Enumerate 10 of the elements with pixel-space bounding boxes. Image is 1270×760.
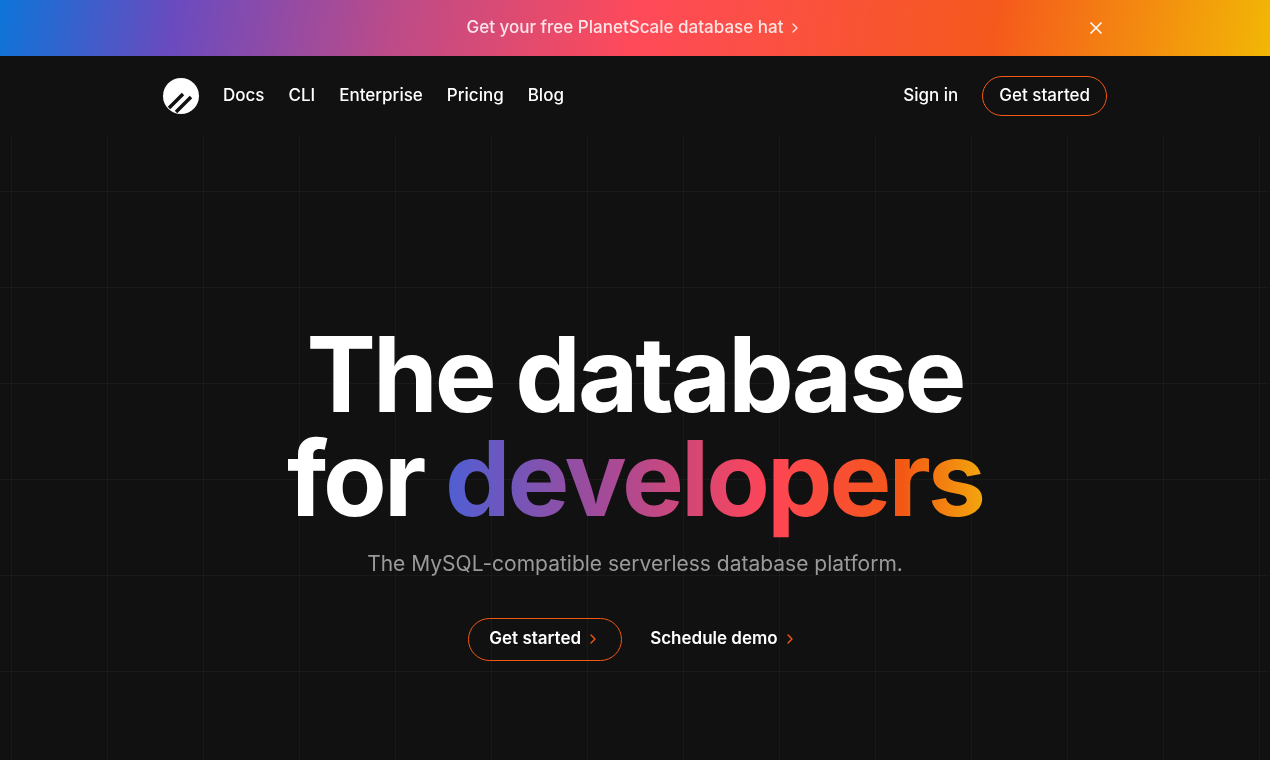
- logo-icon[interactable]: [163, 78, 199, 114]
- nav-link[interactable]: Enterprise: [339, 83, 423, 109]
- hero-title: The database for developers: [285, 322, 985, 538]
- nav-link[interactable]: CLI: [288, 83, 316, 109]
- schedule-demo-link[interactable]: Schedule demo: [646, 617, 802, 661]
- nav-link[interactable]: Blog: [527, 83, 564, 109]
- nav-link[interactable]: Docs: [223, 83, 265, 109]
- hero-subtitle: The MySQL-compatible serverless database platform.: [367, 550, 903, 578]
- nav-link[interactable]: Pricing: [446, 83, 504, 109]
- sign-in-link[interactable]: Sign in: [903, 83, 959, 109]
